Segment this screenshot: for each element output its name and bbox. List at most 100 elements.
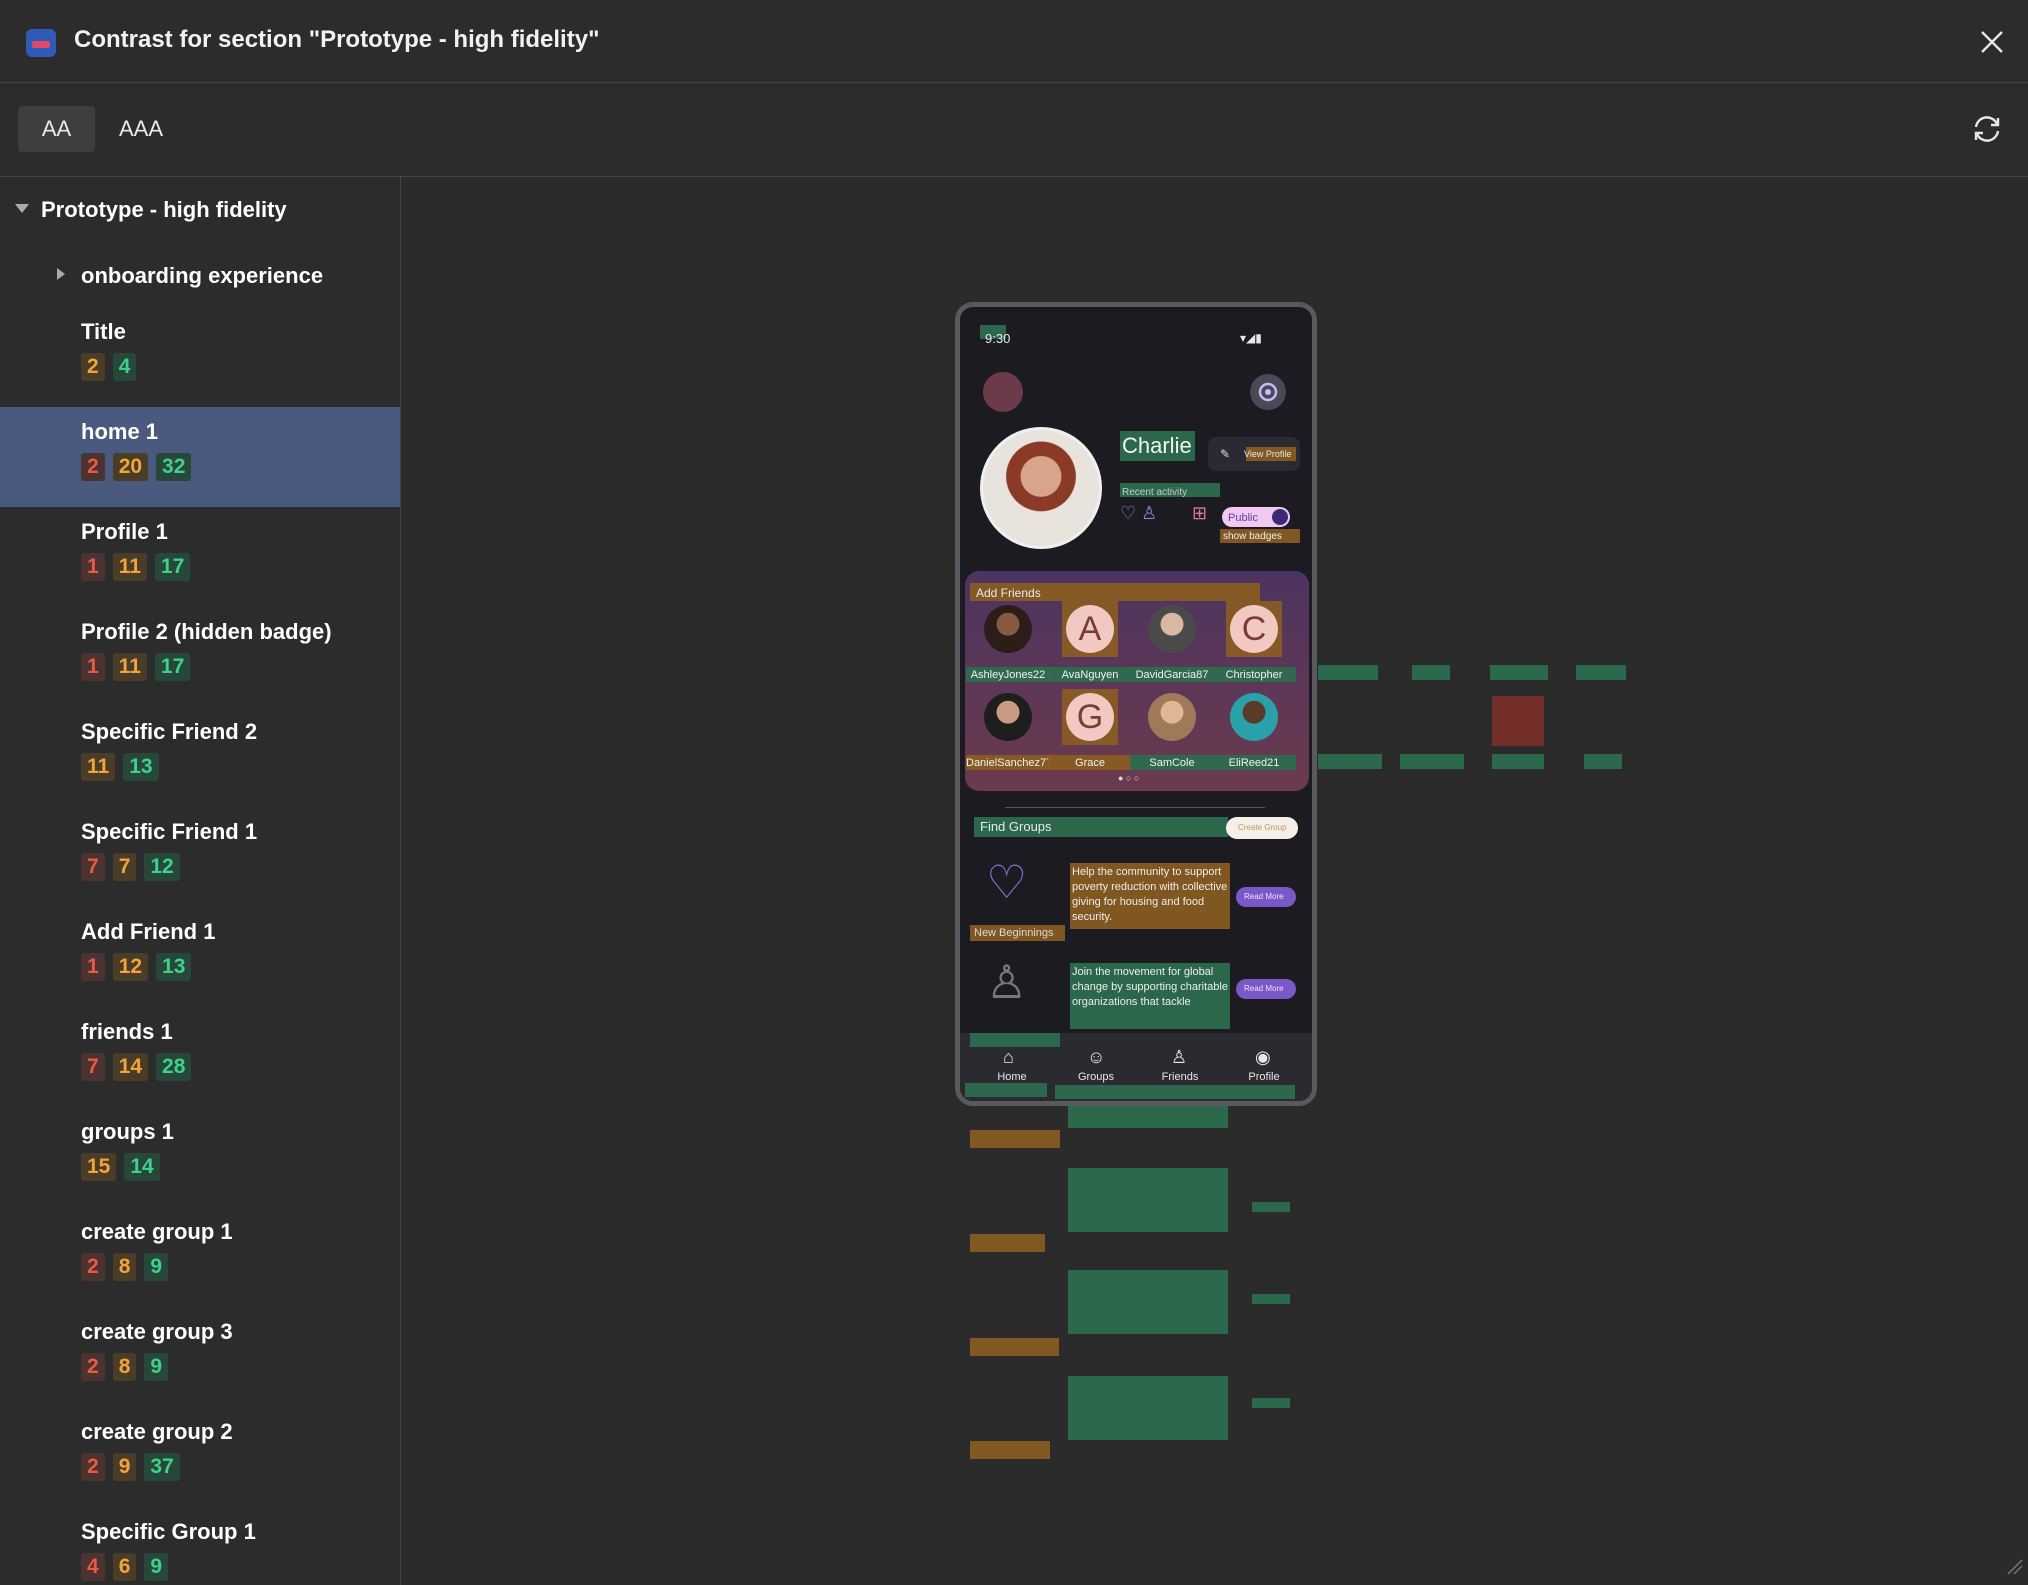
contrast-overlay xyxy=(1412,665,1450,680)
issue-count-badge-green: 12 xyxy=(144,853,180,881)
groups-icon[interactable]: ☺ xyxy=(1087,1047,1105,1068)
sidebar-frame-item[interactable]: create group 2 2 9 37 xyxy=(0,1407,400,1507)
sidebar-frame-item[interactable]: Profile 1 1 11 17 xyxy=(0,507,400,607)
sidebar-frame-item[interactable]: create group 3 289 xyxy=(0,1307,400,1407)
status-signal-icon: ▾◢▮ xyxy=(1240,331,1262,345)
close-icon[interactable] xyxy=(1976,26,2008,58)
refresh-icon[interactable] xyxy=(1970,112,2004,146)
issue-count-badge-green: 17 xyxy=(154,653,191,681)
phone-preview-frame[interactable]: 9:30 ▾◢▮ Charlie View Profile ✎ Recent a… xyxy=(955,302,1317,1106)
read-more-label: Read More xyxy=(1244,984,1284,993)
sidebar-frame-item[interactable]: Specific Friend 1 7 7 12 xyxy=(0,807,400,907)
nav-label-profile[interactable]: Profile xyxy=(1234,1071,1294,1083)
app-logo-icon[interactable] xyxy=(983,372,1023,412)
friend-username: DavidGarcia87 xyxy=(1135,669,1209,681)
contrast-overlay xyxy=(1492,696,1544,746)
issue-count-badge-green: 28 xyxy=(156,1053,192,1081)
contrast-overlay xyxy=(970,1234,1045,1252)
gear-icon[interactable] xyxy=(1250,374,1286,410)
frame-name: create group 1 xyxy=(81,1219,233,1244)
friend-avatar[interactable] xyxy=(984,693,1032,741)
frame-name: Profile 1 xyxy=(81,519,168,544)
friend-initial-avatar[interactable]: C xyxy=(1230,605,1278,653)
sidebar-frame-item[interactable]: Add Friend 1 1 12 13 xyxy=(0,907,400,1007)
nav-label-home[interactable]: Home xyxy=(982,1071,1042,1083)
contrast-overlay xyxy=(965,1083,1047,1097)
friend-initial-avatar[interactable]: G xyxy=(1066,693,1114,741)
carousel-dots[interactable]: ● ○ ○ xyxy=(1118,773,1139,783)
issue-count-badge-green: 9 xyxy=(144,1253,169,1281)
read-more-label: Read More xyxy=(1244,892,1284,901)
frame-name: Profile 2 (hidden badge) xyxy=(81,619,332,644)
issue-count-badge-green: 9 xyxy=(144,1353,169,1381)
profile-icon[interactable]: ◉ xyxy=(1255,1047,1271,1068)
issue-count-badge-orange: 11 xyxy=(112,653,147,681)
issue-count-badge-red: 1 xyxy=(81,953,105,981)
contrast-overlay xyxy=(1318,754,1382,769)
chevron-down-icon[interactable] xyxy=(15,204,29,213)
issue-badges: 15 14 xyxy=(81,1153,160,1181)
issue-count-badge-orange: 6 xyxy=(112,1553,137,1581)
sidebar-frame-item[interactable]: groups 1 15 14 xyxy=(0,1107,400,1207)
issue-count-badge-green: 37 xyxy=(144,1453,180,1481)
activity-icons: ♡ ♙ xyxy=(1120,503,1158,523)
sidebar-frame-item[interactable]: Profile 2 (hidden badge) 1 11 17 xyxy=(0,607,400,707)
sidebar-frame-item[interactable]: Specific Group 1 469 xyxy=(0,1507,400,1585)
status-time: 9:30 xyxy=(985,331,1011,346)
group-description: Help the community to support poverty re… xyxy=(1072,866,1228,923)
heart-hand-icon: ♡ xyxy=(986,856,1028,908)
issue-count-badge-orange: 14 xyxy=(112,1053,149,1081)
home-icon[interactable]: ⌂ xyxy=(1003,1047,1014,1068)
group-label: onboarding experience xyxy=(81,263,324,288)
tab-aaa[interactable]: AAA xyxy=(104,106,178,152)
nav-label-groups[interactable]: Groups xyxy=(1066,1071,1126,1083)
friend-username: AshleyJones22 xyxy=(970,669,1046,681)
friend-avatar[interactable] xyxy=(1148,693,1196,741)
contrast-overlay xyxy=(1584,754,1622,769)
user-name: Charlie xyxy=(1122,433,1192,458)
issue-badges: 7 7 12 xyxy=(81,853,180,881)
contrast-overlay xyxy=(1252,1202,1290,1212)
contrast-overlay xyxy=(1400,754,1464,769)
resize-handle[interactable] xyxy=(2004,1556,2024,1576)
sidebar-frame-item[interactable]: home 1 2 20 32 xyxy=(0,407,400,507)
friend-initial-avatar[interactable]: A xyxy=(1066,605,1114,653)
issue-count-badge-orange: 15 xyxy=(81,1153,117,1181)
contrast-overlay xyxy=(1068,1168,1228,1232)
issue-count-badge-red: 2 xyxy=(81,453,105,481)
issue-badges: 11 13 xyxy=(81,753,159,781)
sidebar-frame-item[interactable]: Specific Friend 2 11 13 xyxy=(0,707,400,807)
edit-icon: ✎ xyxy=(1220,447,1231,461)
tree-root-section[interactable]: Prototype - high fidelity xyxy=(0,177,400,243)
contrast-overlay xyxy=(970,1338,1059,1356)
friend-username: DanielSanchez77 xyxy=(966,757,1053,769)
issue-badges: 1 11 17 xyxy=(81,653,191,681)
contrast-overlay xyxy=(1492,754,1544,769)
chevron-right-icon[interactable] xyxy=(57,268,65,280)
tab-aa[interactable]: AA xyxy=(18,106,95,152)
issue-count-badge-orange: 8 xyxy=(112,1353,137,1381)
contrast-overlay xyxy=(1068,1270,1228,1334)
profile-avatar[interactable] xyxy=(980,427,1102,549)
friend-avatar[interactable] xyxy=(1230,693,1278,741)
friend-username: SamCole xyxy=(1149,757,1195,769)
issue-count-badge-red: 1 xyxy=(81,653,105,681)
friend-avatar[interactable] xyxy=(1148,605,1196,653)
gift-icon: ⊞ xyxy=(1192,503,1208,523)
issue-count-badge-orange: 12 xyxy=(112,953,149,981)
add-friends-title: Add Friends xyxy=(976,586,1041,600)
sidebar-frame-item[interactable]: create group 1 289 xyxy=(0,1207,400,1307)
nav-label-friends[interactable]: Friends xyxy=(1150,1071,1210,1083)
issue-count-badge-green: 32 xyxy=(156,453,192,481)
friends-icon[interactable]: ♙ xyxy=(1171,1047,1187,1068)
friend-username: Christopher xyxy=(1225,669,1283,681)
friend-avatar[interactable] xyxy=(984,605,1032,653)
sidebar-frame-item[interactable]: friends 1 7 14 28 xyxy=(0,1007,400,1107)
issue-count-badge-green: 9 xyxy=(144,1553,169,1581)
contrast-overlay xyxy=(1055,1085,1295,1099)
sidebar-frame-item[interactable]: Title 2 4 xyxy=(0,307,400,407)
issue-count-badge-red: 4 xyxy=(81,1553,105,1581)
contrast-overlay xyxy=(970,1441,1050,1459)
issue-count-badge-green: 14 xyxy=(124,1153,160,1181)
tree-group-onboarding[interactable]: onboarding experience xyxy=(0,243,400,307)
